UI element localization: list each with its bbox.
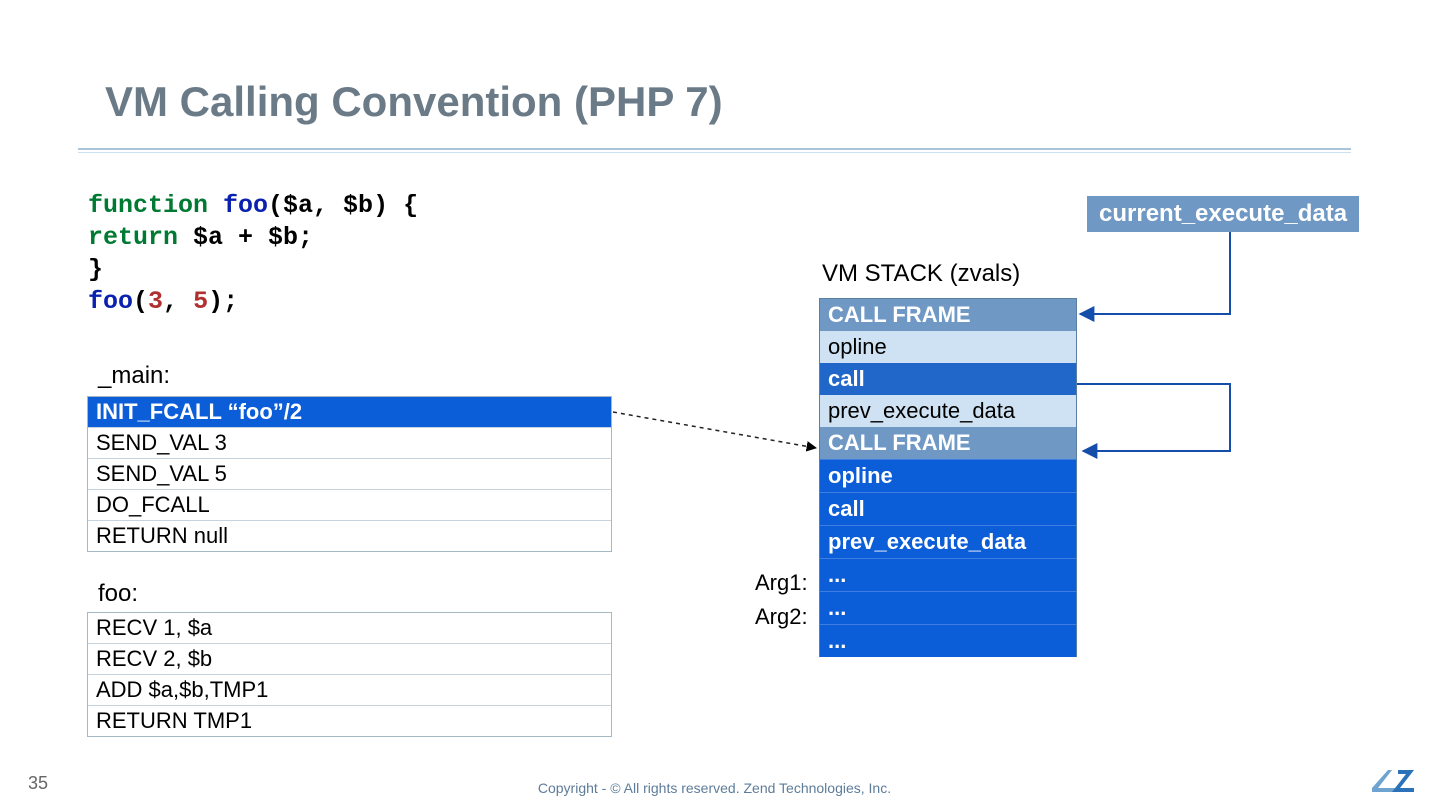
title-divider	[78, 148, 1351, 150]
op-row: RETURN TMP1	[88, 706, 611, 736]
vm-stack-title: VM STACK (zvals)	[822, 260, 1020, 288]
zend-logo-icon	[1372, 768, 1414, 794]
stack-row: call	[820, 492, 1076, 525]
op-row: INIT_FCALL “foo”/2	[88, 397, 611, 428]
stack-row: ...	[820, 591, 1076, 624]
foo-label: foo:	[98, 580, 138, 608]
stack-row: call	[820, 363, 1076, 395]
op-row: SEND_VAL 3	[88, 428, 611, 459]
arg1-label: Arg1:	[755, 570, 808, 596]
stack-row: ...	[820, 558, 1076, 591]
vm-stack: CALL FRAME opline call prev_execute_data…	[819, 298, 1077, 657]
current-execute-data-box: current_execute_data	[1087, 196, 1359, 232]
stack-row: ...	[820, 624, 1076, 657]
foo-ops-table: RECV 1, $a RECV 2, $b ADD $a,$b,TMP1 RET…	[87, 612, 612, 737]
stack-row: CALL FRAME	[820, 299, 1076, 331]
op-row: DO_FCALL	[88, 490, 611, 521]
stack-row: prev_execute_data	[820, 525, 1076, 558]
op-row: ADD $a,$b,TMP1	[88, 675, 611, 706]
main-label: _main:	[98, 362, 170, 390]
stack-row: opline	[820, 331, 1076, 363]
stack-row: opline	[820, 459, 1076, 492]
op-row: SEND_VAL 5	[88, 459, 611, 490]
main-ops-table: INIT_FCALL “foo”/2 SEND_VAL 3 SEND_VAL 5…	[87, 396, 612, 552]
op-row: RECV 1, $a	[88, 613, 611, 644]
stack-row: prev_execute_data	[820, 395, 1076, 427]
arg2-label: Arg2:	[755, 604, 808, 630]
copyright: Copyright - © All rights reserved. Zend …	[0, 780, 1429, 796]
stack-row: CALL FRAME	[820, 427, 1076, 459]
slide-title: VM Calling Convention (PHP 7)	[105, 78, 723, 126]
code-snippet: function foo($a, $b) { return $a + $b; }…	[88, 190, 418, 318]
op-row: RETURN null	[88, 521, 611, 551]
op-row: RECV 2, $b	[88, 644, 611, 675]
